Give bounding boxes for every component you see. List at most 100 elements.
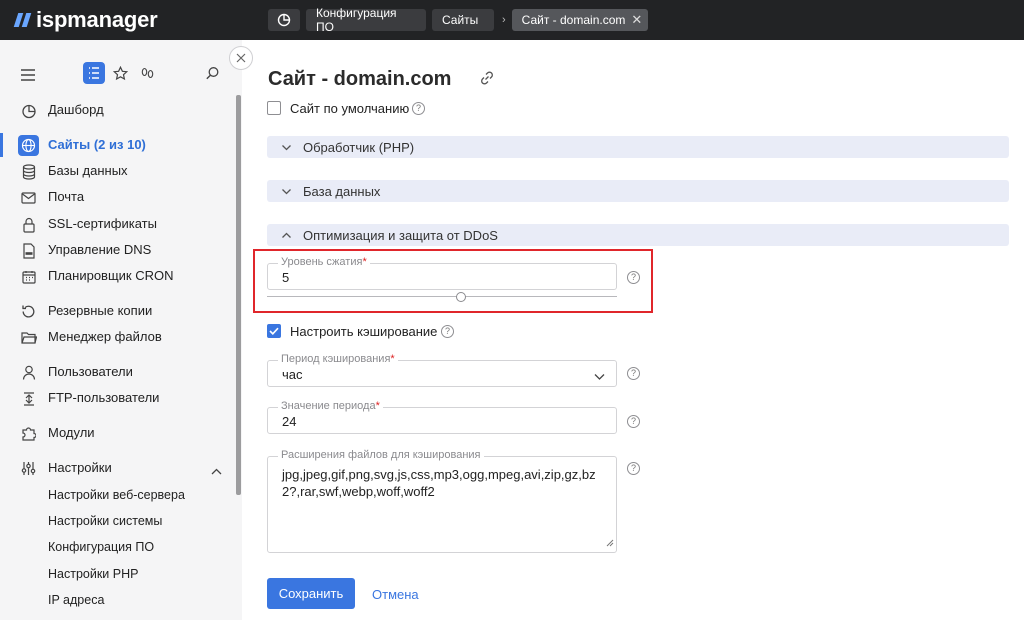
close-icon[interactable]: ✕: [631, 12, 642, 28]
sidebar-item-label: FTP-пользователи: [48, 390, 160, 405]
sidebar-search-button[interactable]: [204, 65, 220, 81]
sidebar-item-settings[interactable]: Настройки: [0, 456, 236, 480]
default-site-checkbox[interactable]: [267, 101, 281, 115]
sidebar-item-users[interactable]: Пользователи: [0, 360, 236, 384]
chevron-down-icon: [281, 141, 292, 156]
brand-name: ispmanager: [36, 7, 158, 32]
sidebar-scrollbar[interactable]: [236, 95, 241, 495]
footprints-icon: [141, 67, 153, 78]
sidebar-subitem-system-settings[interactable]: Настройки системы: [48, 514, 162, 528]
footprints-button[interactable]: [139, 65, 155, 81]
cache-period-select[interactable]: Период кэширования* час: [267, 353, 617, 387]
section-title: База данных: [303, 184, 381, 199]
breadcrumb: Конфигурация ПО Сайты › Сайт - domain.co…: [268, 6, 654, 34]
sidebar-item-label: Дашборд: [48, 102, 104, 117]
section-title: Оптимизация и защита от DDoS: [303, 228, 498, 243]
section-php-handler[interactable]: Обработчик (PHP): [267, 136, 1009, 158]
sidebar-item-modules[interactable]: Модули: [0, 421, 236, 445]
sidebar-item-label: Сайты (2 из 10): [48, 137, 146, 152]
period-value-input[interactable]: Значение периода* 24: [267, 400, 617, 434]
sidebar-subitem-webserver-settings[interactable]: Настройки веб-сервера: [48, 488, 185, 502]
cancel-link[interactable]: Отмена: [372, 587, 419, 602]
folder-icon: [20, 329, 37, 346]
link-icon[interactable]: [479, 70, 495, 89]
section-title: Обработчик (PHP): [303, 140, 415, 155]
sidebar-item-databases[interactable]: Базы данных: [0, 159, 236, 183]
default-site-label: Сайт по умолчанию: [290, 101, 410, 116]
resize-handle-icon[interactable]: [606, 535, 614, 550]
section-optimization-ddos[interactable]: Оптимизация и защита от DDoS: [267, 224, 1009, 246]
sidebar-subitem-ip-addresses[interactable]: IP адреса: [48, 593, 104, 607]
sidebar-item-ssl[interactable]: SSL-сертификаты: [0, 212, 236, 236]
sidebar-item-label: Настройки: [48, 460, 112, 475]
help-icon[interactable]: ?: [627, 367, 640, 380]
hamburger-menu-button[interactable]: [20, 68, 36, 82]
caching-checkbox[interactable]: [267, 324, 281, 338]
star-icon: [112, 65, 128, 80]
dashboard-crumb[interactable]: [268, 9, 300, 31]
sidebar-item-label: Пользователи: [48, 364, 133, 379]
chevron-down-icon: [281, 185, 292, 200]
breadcrumb-item-current[interactable]: Сайт - domain.com ✕: [511, 9, 649, 31]
sidebar-item-cron[interactable]: Планировщик CRON: [0, 264, 236, 288]
certificate-icon: [20, 216, 37, 233]
period-value-label: Значение периода*: [278, 400, 383, 412]
checkmark-icon: [269, 327, 279, 335]
help-icon[interactable]: ?: [627, 462, 640, 475]
favorites-button[interactable]: [112, 65, 128, 81]
sidebar-item-label: Базы данных: [48, 163, 128, 178]
chevron-up-icon[interactable]: [211, 463, 222, 478]
page-title: Сайт - domain.com: [268, 68, 452, 90]
compression-level-input[interactable]: Уровень сжатия* 5: [267, 256, 617, 290]
search-icon: [205, 66, 218, 79]
top-bar: ispmanager Конфигурация ПО Сайты › Сайт …: [0, 0, 1024, 40]
sidebar-item-ftp-users[interactable]: FTP-пользователи: [0, 386, 236, 410]
chevron-right-icon: ›: [502, 14, 506, 26]
calendar-icon: [20, 268, 37, 285]
sidebar-item-label: Модули: [48, 425, 95, 440]
sidebar-subitem-php-settings[interactable]: Настройки PHP: [48, 567, 138, 581]
backup-icon: [20, 303, 37, 320]
help-icon[interactable]: ?: [412, 102, 425, 115]
logo[interactable]: ispmanager: [13, 7, 158, 33]
user-icon: [20, 364, 37, 381]
cache-extensions-label: Расширения файлов для кэширования: [278, 449, 484, 461]
list-icon: [89, 67, 99, 79]
sidebar-item-label: Управление DNS: [48, 242, 152, 257]
cache-period-label: Период кэширования*: [278, 353, 398, 365]
dns-icon: [20, 242, 37, 259]
chevron-down-icon: [594, 369, 605, 384]
active-indicator: [0, 133, 3, 157]
mail-icon: [20, 189, 37, 206]
sidebar-subitem-software-config[interactable]: Конфигурация ПО: [48, 540, 154, 554]
sidebar-item-backups[interactable]: Резервные копии: [0, 299, 236, 323]
sidebar-item-dns[interactable]: Управление DNS: [0, 238, 236, 262]
sidebar-toolbar: [0, 62, 242, 88]
sidebar-item-mail[interactable]: Почта: [0, 185, 236, 209]
sidebar-item-sites[interactable]: Сайты (2 из 10): [0, 133, 236, 157]
cache-extensions-textarea[interactable]: Расширения файлов для кэширования jpg,jp…: [267, 449, 617, 553]
cache-extensions-value: jpg,jpeg,gif,png,svg,js,css,mp3,ogg,mpeg…: [282, 467, 596, 499]
compression-slider-thumb[interactable]: [456, 292, 466, 302]
help-icon[interactable]: ?: [627, 271, 640, 284]
hamburger-icon: [21, 69, 35, 81]
breadcrumb-current-label: Сайт - domain.com: [521, 13, 626, 27]
settings-icon: [20, 460, 37, 477]
sidebar-item-file-manager[interactable]: Менеджер файлов: [0, 325, 236, 349]
menu-view-button[interactable]: [83, 62, 105, 84]
caching-label: Настроить кэширование: [290, 324, 438, 339]
chevron-up-icon: [281, 229, 292, 244]
compression-level-label: Уровень сжатия*: [278, 256, 370, 268]
compression-slider-track[interactable]: [267, 296, 617, 297]
help-icon[interactable]: ?: [627, 415, 640, 428]
compression-level-value: 5: [282, 270, 290, 285]
sidebar-item-label: Резервные копии: [48, 303, 153, 318]
sidebar-item-dashboard[interactable]: Дашборд: [0, 98, 236, 122]
globe-icon: [20, 137, 37, 154]
dashboard-icon: [20, 102, 37, 119]
breadcrumb-item-sites[interactable]: Сайты: [432, 9, 494, 31]
save-button[interactable]: Сохранить: [267, 578, 355, 609]
breadcrumb-item-software-config[interactable]: Конфигурация ПО: [306, 6, 426, 34]
help-icon[interactable]: ?: [441, 325, 454, 338]
section-database[interactable]: База данных: [267, 180, 1009, 202]
